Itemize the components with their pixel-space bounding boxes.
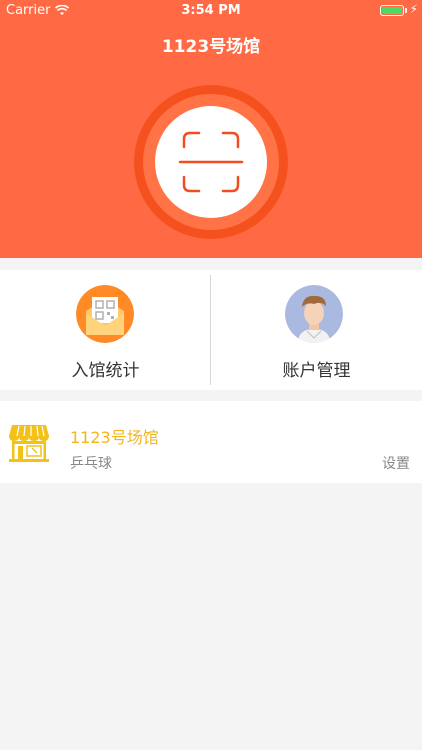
account-management-button[interactable]: 账户管理 [211, 270, 422, 390]
status-bar: Carrier 3:54 PM ⚡ [0, 0, 422, 22]
shop-icon [9, 425, 49, 462]
battery-icon [380, 5, 404, 16]
qr-envelope-icon [76, 285, 134, 343]
entry-stats-button[interactable]: 入馆统计 [0, 270, 211, 390]
battery-tip [405, 8, 407, 13]
venue-card[interactable]: 1123号场馆 乒乓球 设置 [0, 401, 422, 483]
venue-name: 1123号场馆 [70, 428, 159, 447]
venue-type: 乒乓球 [70, 456, 112, 472]
charging-icon: ⚡ [409, 2, 418, 16]
clock: 3:54 PM [181, 3, 241, 18]
header: Carrier 3:54 PM ⚡ 1123号场馆 [0, 0, 422, 258]
scan-button[interactable] [155, 106, 267, 218]
scan-icon [178, 131, 244, 193]
page-title: 1123号场馆 [161, 37, 261, 57]
menu-panel: 入馆统计 账户管理 [0, 270, 422, 390]
account-management-label: 账户管理 [282, 361, 351, 381]
entry-stats-label: 入馆统计 [71, 361, 140, 381]
scan-ring [134, 85, 288, 239]
settings-link[interactable]: 设置 [382, 453, 410, 473]
avatar-icon [285, 285, 343, 343]
